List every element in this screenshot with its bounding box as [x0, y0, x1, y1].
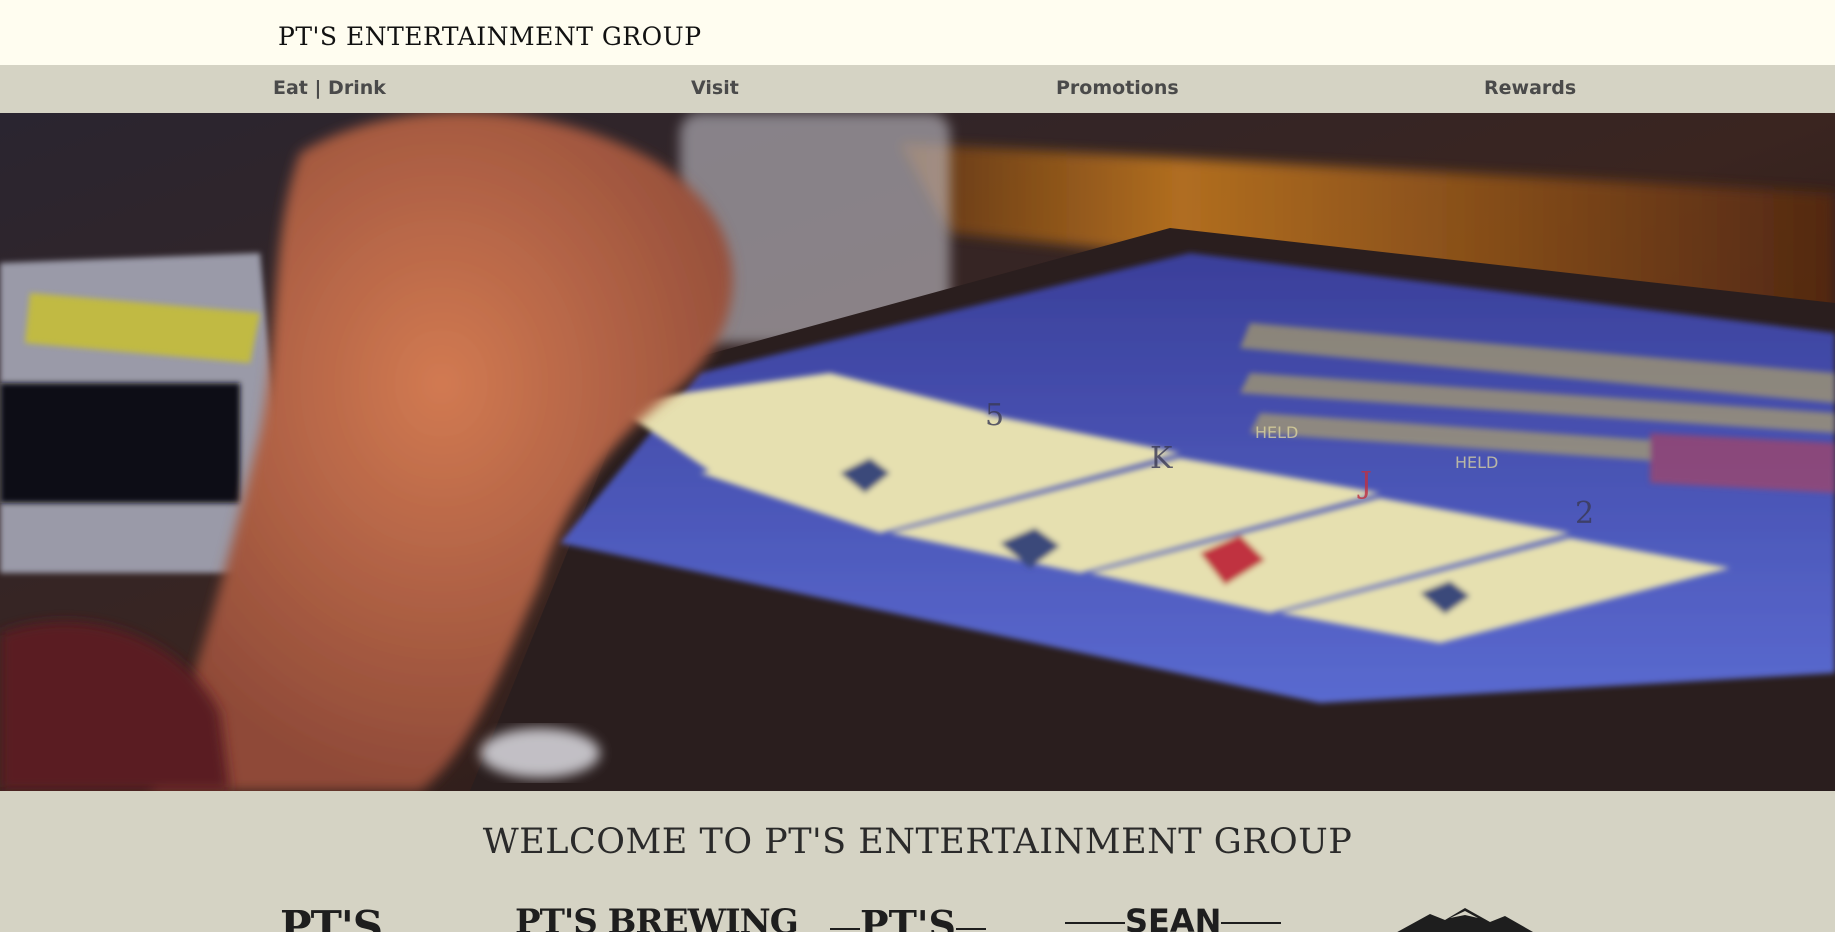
logo-pts[interactable]: PT'S [280, 902, 383, 932]
logo-rule-right [955, 927, 986, 930]
top-header: PT'S ENTERTAINMENT GROUP [0, 0, 1835, 65]
logo-rule-left [830, 927, 860, 930]
card-rank-j: J [1357, 466, 1372, 501]
main-nav: Eat | Drink Visit Promotions Rewards [0, 65, 1835, 113]
welcome-heading: WELCOME TO PT'S ENTERTAINMENT GROUP [482, 822, 1353, 862]
nav-item-visit[interactable]: Visit [691, 77, 739, 99]
held-label-1: HELD [1255, 423, 1298, 442]
nav-item-eat-drink[interactable]: Eat | Drink [273, 77, 386, 99]
logo-pts-bar[interactable]: PT'S [830, 902, 986, 932]
video-poker-machine-photo: 5 K J 2 HELD HELD [0, 113, 1835, 791]
brand-logos-row: PT'S PT'S BREWING PT'S SEAN [0, 900, 1835, 932]
logo-sean-text: SEAN [1125, 902, 1222, 932]
logo-sean[interactable]: SEAN [1065, 902, 1282, 932]
card-rank-2: 2 [1575, 496, 1594, 531]
nav-item-promotions[interactable]: Promotions [1056, 77, 1179, 99]
hero-image: 5 K J 2 HELD HELD [0, 113, 1835, 791]
logo-pts-bar-text: PT'S [860, 902, 956, 932]
logo-pts-brewing[interactable]: PT'S BREWING [515, 902, 799, 932]
nav-item-rewards[interactable]: Rewards [1484, 77, 1576, 99]
logo-sean-rule-left [1065, 922, 1125, 924]
card-rank-5: 5 [985, 398, 1004, 433]
logo-sean-rule-right [1221, 922, 1282, 924]
held-label-2: HELD [1455, 453, 1498, 472]
brand-logo-link[interactable]: PT'S ENTERTAINMENT GROUP [278, 22, 702, 51]
mountain-logo-icon[interactable] [1390, 906, 1540, 932]
card-rank-k: K [1150, 441, 1173, 476]
